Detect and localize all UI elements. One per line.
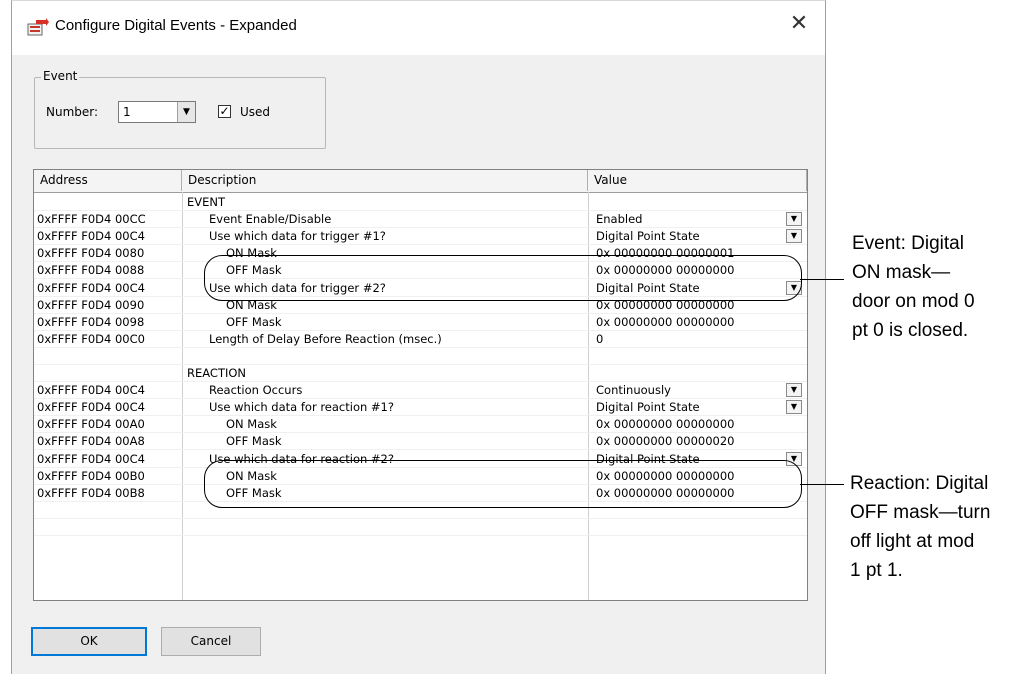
configure-digital-events-dialog: Configure Digital Events - Expanded ✕ Ev… bbox=[11, 0, 826, 674]
table-row[interactable]: 0xFFFF F0D4 00A8 OFF Mask 0x 00000000 0000… bbox=[34, 433, 807, 451]
window-title: Configure Digital Events - Expanded bbox=[55, 17, 297, 34]
chevron-down-icon[interactable]: ▼ bbox=[177, 102, 195, 122]
event-callout-line: Event: Digital bbox=[852, 233, 964, 254]
value-cell[interactable]: 0x 00000000 00000000 bbox=[596, 417, 735, 431]
event-groupbox: Event Number: 1 ▼ ✓ Used bbox=[34, 69, 326, 149]
value-cell[interactable]: Digital Point State bbox=[596, 229, 700, 243]
table-header: Address Description Value bbox=[34, 170, 807, 193]
table-row[interactable]: 0xFFFF F0D4 00C4 Reaction Occurs Continuou… bbox=[34, 382, 807, 400]
table-row[interactable]: 0xFFFF F0D4 00CC Event Enable/Disable Enab… bbox=[34, 211, 807, 229]
column-header-address[interactable]: Address bbox=[34, 170, 182, 191]
address-cell: 0xFFFF F0D4 0080 bbox=[37, 246, 145, 261]
description-cell: OFF Mask bbox=[226, 434, 282, 449]
description-cell: Use which data for reaction #1? bbox=[209, 400, 394, 415]
event-callout-line: door on mod 0 bbox=[852, 291, 975, 312]
used-checkbox[interactable]: ✓ bbox=[218, 105, 231, 118]
description-cell: ON Mask bbox=[226, 417, 277, 432]
value-cell[interactable]: Digital Point State bbox=[596, 400, 700, 414]
address-cell: 0xFFFF F0D4 0098 bbox=[37, 314, 145, 329]
number-label: Number: bbox=[46, 105, 99, 119]
title-bar: Configure Digital Events - Expanded ✕ bbox=[12, 1, 825, 55]
address-cell: 0xFFFF F0D4 00A0 bbox=[37, 417, 145, 432]
description-cell: OFF Mask bbox=[226, 314, 282, 329]
reaction-callout-text: Reaction: Digital OFF mask—turn off ligh… bbox=[850, 469, 990, 585]
table-row[interactable]: EVENT bbox=[34, 194, 807, 211]
address-cell: 0xFFFF F0D4 0088 bbox=[37, 263, 145, 278]
address-cell: 0xFFFF F0D4 00A8 bbox=[37, 434, 145, 449]
description-cell: REACTION bbox=[187, 366, 247, 380]
event-callout-leader bbox=[800, 279, 844, 280]
event-callout-text: Event: Digital ON mask— door on mod 0 pt… bbox=[852, 229, 975, 345]
table-row[interactable] bbox=[34, 348, 807, 365]
value-cell[interactable]: 0 bbox=[596, 332, 603, 346]
value-cell[interactable]: Enabled bbox=[596, 212, 642, 226]
address-cell: 0xFFFF F0D4 00C4 bbox=[37, 451, 145, 466]
table-row[interactable] bbox=[34, 519, 807, 536]
address-cell: 0xFFFF F0D4 00C0 bbox=[37, 331, 145, 346]
address-cell: 0xFFFF F0D4 00CC bbox=[37, 212, 146, 227]
event-callout-line: ON mask— bbox=[852, 262, 951, 283]
reaction-callout-line: 1 pt 1. bbox=[850, 560, 903, 581]
description-cell: Use which data for trigger #1? bbox=[209, 229, 386, 244]
reaction-masks-highlight bbox=[204, 460, 802, 508]
address-cell: 0xFFFF F0D4 0090 bbox=[37, 297, 145, 312]
address-cell: 0xFFFF F0D4 00B8 bbox=[37, 485, 145, 500]
table-row[interactable]: 0xFFFF F0D4 0098 OFF Mask 0x 00000000 0000… bbox=[34, 314, 807, 331]
close-button[interactable]: ✕ bbox=[781, 9, 817, 41]
description-cell: EVENT bbox=[187, 195, 226, 209]
description-cell: Reaction Occurs bbox=[209, 383, 303, 398]
register-table: Address Description Value EVENT 0xFFFF F0… bbox=[33, 169, 808, 601]
event-number-select[interactable]: 1 ▼ bbox=[118, 101, 196, 123]
ok-button[interactable]: OK bbox=[31, 627, 147, 656]
address-cell: 0xFFFF F0D4 00C4 bbox=[37, 229, 145, 244]
reaction-callout-line: Reaction: Digital bbox=[850, 473, 989, 494]
reaction-callout-leader bbox=[800, 484, 844, 485]
close-icon: ✕ bbox=[789, 11, 809, 36]
reaction-callout-line: OFF mask—turn bbox=[850, 502, 991, 523]
event-group-legend: Event bbox=[41, 69, 80, 83]
reaction-callout-line: off light at mod bbox=[850, 531, 975, 552]
app-icon bbox=[27, 18, 49, 38]
description-cell: Event Enable/Disable bbox=[209, 212, 332, 227]
column-header-value[interactable]: Value bbox=[588, 170, 807, 191]
event-callout-line: pt 0 is closed. bbox=[852, 320, 969, 341]
address-cell: 0xFFFF F0D4 00C4 bbox=[37, 280, 145, 295]
event-number-value: 1 bbox=[123, 105, 131, 119]
address-cell: 0xFFFF F0D4 00B0 bbox=[37, 468, 145, 483]
table-row[interactable]: REACTION bbox=[34, 365, 807, 382]
cancel-button[interactable]: Cancel bbox=[161, 627, 261, 656]
event-masks-highlight bbox=[204, 255, 802, 301]
address-cell: 0xFFFF F0D4 00C4 bbox=[37, 400, 145, 415]
value-cell[interactable]: 0x 00000000 00000020 bbox=[596, 434, 735, 448]
chevron-down-icon[interactable]: ▼ bbox=[786, 400, 802, 415]
used-label: Used bbox=[240, 105, 271, 119]
table-row[interactable]: 0xFFFF F0D4 00C0 Length of Delay Before R… bbox=[34, 331, 807, 348]
value-cell[interactable]: 0x 00000000 00000000 bbox=[596, 315, 735, 329]
table-row[interactable]: 0xFFFF F0D4 00C4 Use which data for trigg… bbox=[34, 228, 807, 246]
chevron-down-icon[interactable]: ▼ bbox=[786, 383, 802, 398]
chevron-down-icon[interactable]: ▼ bbox=[786, 229, 802, 244]
table-row[interactable]: 0xFFFF F0D4 00C4 Use which data for react… bbox=[34, 399, 807, 417]
description-cell: Length of Delay Before Reaction (msec.) bbox=[209, 331, 442, 346]
value-cell[interactable]: Continuously bbox=[596, 383, 671, 397]
address-cell: 0xFFFF F0D4 00C4 bbox=[37, 383, 145, 398]
table-row[interactable]: 0xFFFF F0D4 00A0 ON Mask 0x 00000000 00000… bbox=[34, 416, 807, 434]
column-header-description[interactable]: Description bbox=[182, 170, 588, 191]
chevron-down-icon[interactable]: ▼ bbox=[786, 212, 802, 227]
